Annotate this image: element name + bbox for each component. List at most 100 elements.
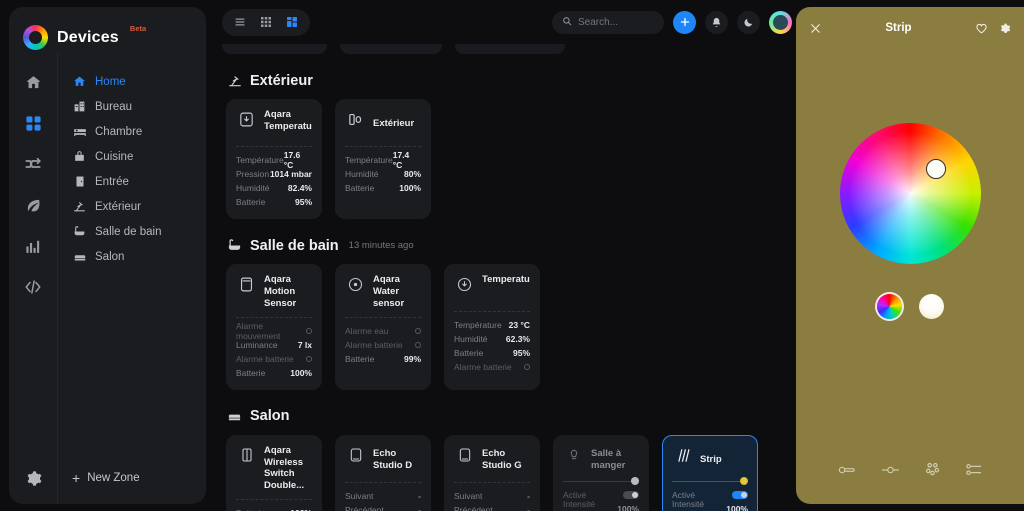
card-row: Batterie 99% [345, 352, 421, 366]
list-view-icon[interactable] [228, 12, 252, 32]
office-icon [72, 99, 87, 114]
row-value: 99% [403, 353, 421, 364]
card-header: Aqara Wireless Switch Double... [236, 445, 312, 493]
new-zone-button[interactable]: + New Zone [57, 452, 206, 504]
sidebar-item-home[interactable]: Home [68, 69, 206, 94]
card-row: Intensité lumineu... 100% [672, 498, 748, 511]
clipped-card [455, 44, 565, 54]
brightness-slider-icon[interactable] [838, 463, 857, 477]
card-row: Alarme mouvement [236, 321, 312, 341]
sidebar-body: Home Bureau Chambre Cuisine Entrée Extér… [9, 53, 206, 452]
card-row: Précédent - [454, 503, 530, 511]
card-row: Suivant - [454, 489, 530, 503]
section-header-salon: Salon [226, 408, 796, 425]
row-value: 17.6 °C [283, 150, 301, 170]
row-key: Précédent [345, 504, 384, 511]
sidebar-item-label-entree: Entrée [95, 175, 129, 188]
close-icon[interactable] [809, 22, 822, 35]
device-card-echo-studio-d[interactable]: Echo Studio D Suivant- Précédent- LireYe… [335, 434, 431, 511]
effects-icon[interactable] [965, 462, 982, 477]
device-card-aqara-water-sensor[interactable]: Aqara Water sensor Alarme eau Alarme bat… [335, 264, 431, 390]
speaker-icon [454, 445, 475, 466]
sidebar-item-chambre[interactable]: Chambre [68, 119, 206, 144]
temperature-slider-icon[interactable] [881, 463, 900, 477]
color-wheel-handle[interactable] [925, 159, 946, 179]
add-button[interactable] [673, 10, 696, 34]
row-value: 82.4% [287, 183, 312, 193]
gear-icon[interactable] [998, 22, 1011, 35]
device-card-aqara-wireless-switch[interactable]: Aqara Wireless Switch Double... Batterie… [226, 434, 322, 511]
device-card-temperature-hum-sensor[interactable]: Temperature/Hum sensor Température23 °C … [444, 264, 540, 390]
color-swatch[interactable] [876, 294, 902, 319]
device-card-exterieur[interactable]: Extérieur Température 17.4 °C Humidité 80%… [335, 99, 431, 219]
color-wheel-picker[interactable] [839, 123, 981, 264]
panel-toolbar [838, 461, 982, 478]
row-value: 95% [512, 348, 530, 358]
brightness-slider[interactable] [672, 475, 748, 488]
rail-item-statistics[interactable] [22, 235, 44, 257]
color-wheel[interactable] [839, 123, 981, 264]
section-cards-salle-de-bain: Aqara Motion Sensor Alarme mouvement Lum… [222, 264, 796, 390]
row-key: Suivant [345, 490, 374, 501]
thermometer-icon [236, 109, 257, 130]
sidebar-item-cuisine[interactable]: Cuisine [68, 144, 206, 169]
rail-item-energy[interactable] [22, 194, 44, 216]
row-key: Batterie [454, 348, 484, 358]
white-swatch[interactable] [918, 294, 944, 319]
heart-icon[interactable] [975, 22, 988, 35]
device-scroll-area[interactable]: Extérieur Aqara Temperature... Températu… [222, 44, 796, 511]
card-row: Alarme batterie [236, 352, 312, 366]
rail-item-devices[interactable] [22, 112, 44, 134]
status-indicator [415, 327, 421, 334]
row-value: 17.4 °C [392, 150, 410, 170]
brightness-slider[interactable] [563, 475, 639, 488]
sidebar-item-salon[interactable]: Salon [68, 244, 206, 269]
power-toggle[interactable] [732, 490, 748, 499]
card-header: Salle à manger [563, 445, 639, 475]
device-card-strip[interactable]: Strip Activé Intensité lumineu...100% [662, 434, 758, 511]
theme-toggle-button[interactable] [737, 10, 760, 34]
strip-icon [672, 445, 693, 466]
card-header: Echo Studio D [345, 445, 421, 475]
user-avatar[interactable] [769, 10, 792, 34]
zone-list: Home Bureau Chambre Cuisine Entrée Extér… [57, 53, 206, 452]
sidebar-item-bureau[interactable]: Bureau [68, 94, 206, 119]
slider-knob[interactable] [740, 477, 748, 486]
row-key: Température [345, 155, 393, 165]
tile-view-icon[interactable] [280, 12, 304, 32]
rail-item-home[interactable] [22, 71, 44, 93]
slider-knob[interactable] [631, 477, 639, 486]
section-title: Salle de bain [250, 237, 339, 254]
icon-rail [9, 53, 57, 452]
sidebar-item-exterieur[interactable]: Extérieur [68, 194, 206, 219]
row-key: Alarme batterie [236, 353, 294, 364]
settings-button[interactable] [9, 470, 57, 487]
device-card-salle-a-manger[interactable]: Salle à manger Activé Intensité lumineu.… [553, 434, 649, 511]
card-row: Humidité 82.4% [236, 181, 312, 195]
sidebar-item-label-bureau: Bureau [95, 100, 133, 113]
brand-title: Devices [57, 28, 119, 46]
power-toggle[interactable] [623, 490, 639, 499]
search-input[interactable]: Search... [552, 10, 664, 34]
panel-header: Strip [796, 7, 1024, 49]
sidebar-item-salle-de-bain[interactable]: Salle de bain [68, 219, 206, 244]
sidebar-item-label-salle-de-bain: Salle de bain [95, 225, 162, 238]
rail-item-developer[interactable] [22, 276, 44, 298]
notifications-button[interactable] [705, 10, 728, 34]
sidebar-item-entree[interactable]: Entrée [68, 169, 206, 194]
device-card-echo-studio-g[interactable]: Echo Studio G Suivant- Précédent- Lire- … [444, 434, 540, 511]
row-key: Alarme batterie [454, 362, 512, 372]
row-key: Pression [236, 169, 270, 179]
row-key: Intensité lumineu... [672, 498, 709, 511]
motion-sensor-icon [236, 274, 257, 295]
color-ring-logo-icon [23, 25, 48, 50]
status-indicator [306, 327, 312, 334]
grid-view-icon[interactable] [254, 12, 278, 32]
section-header-exterieur: Extérieur [226, 72, 796, 89]
rail-item-automations[interactable] [22, 153, 44, 175]
device-card-aqara-motion-sensor[interactable]: Aqara Motion Sensor Alarme mouvement Lum… [226, 264, 322, 390]
device-card-aqara-temperature[interactable]: Aqara Temperature... Température17.6 °C … [226, 99, 322, 219]
thermometer-icon [454, 274, 475, 295]
card-divider [345, 146, 421, 147]
scenes-icon[interactable] [924, 461, 941, 478]
